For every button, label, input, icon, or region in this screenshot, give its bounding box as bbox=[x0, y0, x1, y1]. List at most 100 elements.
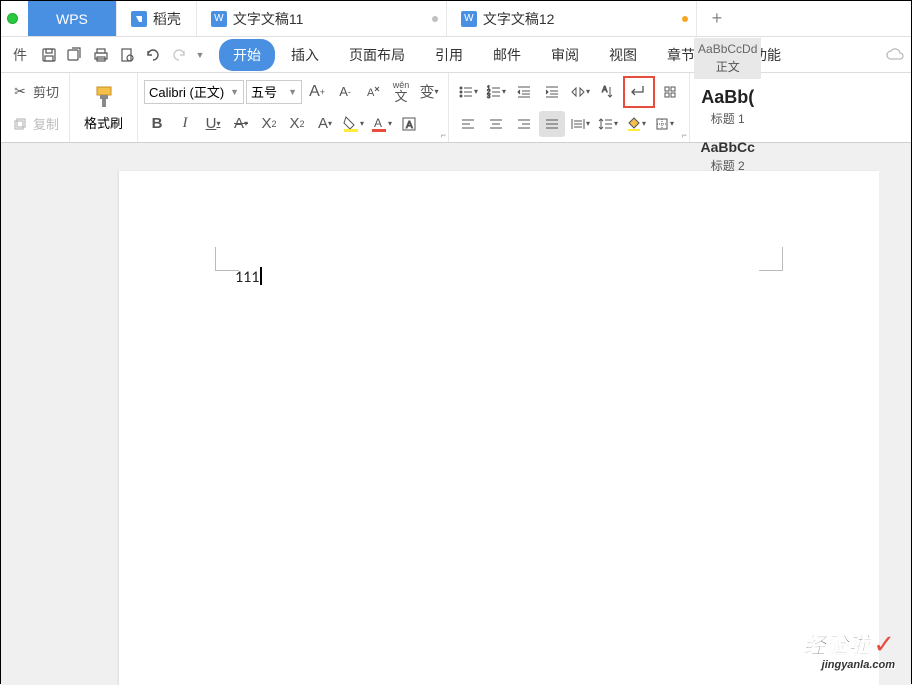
copy-button[interactable]: 复制 bbox=[7, 112, 63, 135]
format-brush-button[interactable]: 格式刷 bbox=[76, 79, 131, 136]
print-preview-icon[interactable] bbox=[115, 43, 139, 67]
scissors-icon: ✂ bbox=[11, 83, 29, 101]
svg-text:A: A bbox=[602, 85, 608, 94]
word-doc-icon: W bbox=[211, 11, 227, 27]
decrease-font-button[interactable]: A- bbox=[332, 79, 358, 105]
font-color-button[interactable]: A▾ bbox=[368, 111, 394, 137]
undo-icon[interactable] bbox=[141, 43, 165, 67]
chevron-down-icon: ▼ bbox=[230, 87, 239, 97]
word-doc-icon: W bbox=[461, 11, 477, 27]
save-as-icon[interactable] bbox=[63, 43, 87, 67]
style-normal[interactable]: AaBbCcDd 正文 bbox=[694, 38, 761, 79]
traffic-light-maximize[interactable] bbox=[7, 13, 18, 24]
cloud-icon[interactable] bbox=[883, 43, 907, 67]
print-icon[interactable] bbox=[89, 43, 113, 67]
underline-button[interactable]: U▾ bbox=[200, 111, 226, 137]
daoke-icon bbox=[131, 11, 147, 27]
paragraph-group: ▾ 123▾ ▾ A bbox=[449, 73, 690, 142]
borders-button[interactable]: ▾ bbox=[651, 111, 677, 137]
chevron-down-icon: ▼ bbox=[288, 87, 297, 97]
margin-corner-tl-icon bbox=[215, 247, 239, 271]
text-effects-button[interactable]: A▾ bbox=[312, 111, 338, 137]
tab-daoke[interactable]: 稻壳 bbox=[117, 1, 197, 36]
bold-button[interactable]: B bbox=[144, 111, 170, 137]
menu-mail[interactable]: 邮件 bbox=[479, 39, 535, 71]
svg-text:A: A bbox=[374, 116, 382, 130]
qat-dropdown-icon[interactable]: ▼ bbox=[193, 43, 207, 67]
italic-button[interactable]: I bbox=[172, 111, 198, 137]
clear-format-button[interactable]: A bbox=[360, 79, 386, 105]
watermark: 经验啦 ✓ jingyanla.com bbox=[804, 630, 895, 671]
shading-button[interactable]: ▾ bbox=[623, 111, 649, 137]
tab-doc11-label: 文字文稿11 bbox=[233, 9, 304, 29]
highlight-button[interactable]: ▾ bbox=[340, 111, 366, 137]
text-cursor-icon bbox=[260, 267, 262, 285]
brush-icon bbox=[90, 83, 118, 111]
style-normal-preview: AaBbCcDd bbox=[698, 42, 757, 56]
line-break-highlighted bbox=[623, 76, 655, 108]
increase-font-button[interactable]: A+ bbox=[304, 79, 330, 105]
line-break-button[interactable] bbox=[626, 79, 652, 105]
increase-indent-button[interactable] bbox=[539, 79, 565, 105]
number-list-button[interactable]: 123▾ bbox=[483, 79, 509, 105]
align-center-button[interactable] bbox=[483, 111, 509, 137]
change-case-button[interactable]: 变▾ bbox=[416, 79, 442, 105]
menu-start[interactable]: 开始 bbox=[219, 39, 275, 71]
bullet-list-button[interactable]: ▾ bbox=[455, 79, 481, 105]
document-page[interactable]: 111 bbox=[119, 171, 879, 685]
cut-button[interactable]: ✂ 剪切 bbox=[7, 80, 63, 103]
document-viewport: 111 bbox=[1, 143, 911, 685]
menu-insert[interactable]: 插入 bbox=[277, 39, 333, 71]
tab-doc12-label: 文字文稿12 bbox=[483, 9, 555, 29]
align-left-button[interactable] bbox=[455, 111, 481, 137]
redo-icon[interactable] bbox=[167, 43, 191, 67]
menu-layout[interactable]: 页面布局 bbox=[335, 39, 419, 71]
style-heading1[interactable]: AaBb( 标题 1 bbox=[697, 83, 759, 131]
watermark-url: jingyanla.com bbox=[804, 659, 895, 671]
checkmark-icon: ✓ bbox=[873, 629, 895, 659]
strikethrough-button[interactable]: A▾ bbox=[228, 111, 254, 137]
ribbon-toolbar: ✂ 剪切 复制 格式刷 Calibri (正文) ▼ bbox=[1, 73, 911, 143]
decrease-indent-button[interactable] bbox=[511, 79, 537, 105]
svg-text:A: A bbox=[406, 120, 413, 131]
window-controls bbox=[1, 1, 28, 36]
modified-indicator-icon bbox=[682, 16, 688, 22]
line-spacing-button[interactable]: ▾ bbox=[595, 111, 621, 137]
tab-bar: WPS 稻壳 W 文字文稿11 W 文字文稿12 + bbox=[1, 1, 911, 37]
tab-doc-12[interactable]: W 文字文稿12 bbox=[447, 1, 697, 36]
format-brush-label: 格式刷 bbox=[84, 113, 123, 132]
cut-label: 剪切 bbox=[33, 82, 59, 101]
style-h1-label: 标题 1 bbox=[711, 110, 745, 127]
tab-wps-label: WPS bbox=[56, 11, 88, 27]
font-dialog-launcher-icon[interactable]: ⌐ bbox=[441, 130, 446, 140]
font-name-select[interactable]: Calibri (正文) ▼ bbox=[144, 80, 244, 104]
enclose-char-button[interactable]: A bbox=[396, 111, 422, 137]
menu-view[interactable]: 视图 bbox=[595, 39, 651, 71]
sort-button[interactable]: A bbox=[595, 79, 621, 105]
font-size-select[interactable]: 五号 ▼ bbox=[246, 80, 302, 104]
distribute-button[interactable]: ▾ bbox=[567, 111, 593, 137]
paragraph-marks-button[interactable] bbox=[657, 79, 683, 105]
margin-corner-tr-icon bbox=[759, 247, 783, 271]
menu-reference[interactable]: 引用 bbox=[421, 39, 477, 71]
menu-review[interactable]: 审阅 bbox=[537, 39, 593, 71]
tab-doc-11[interactable]: W 文字文稿11 bbox=[197, 1, 447, 36]
new-tab-button[interactable]: + bbox=[697, 1, 737, 36]
copy-label: 复制 bbox=[33, 114, 59, 133]
superscript-button[interactable]: X2 bbox=[256, 111, 282, 137]
asian-layout-button[interactable]: ▾ bbox=[567, 79, 593, 105]
tab-wps-home[interactable]: WPS bbox=[28, 1, 117, 36]
pinyin-button[interactable]: wěn 文 bbox=[388, 79, 414, 105]
tab-daoke-label: 稻壳 bbox=[153, 9, 181, 29]
font-size-value: 五号 bbox=[251, 82, 277, 101]
watermark-text: 经验啦 bbox=[804, 633, 870, 658]
style-normal-label: 正文 bbox=[716, 58, 740, 75]
copy-icon bbox=[11, 115, 29, 133]
align-right-button[interactable] bbox=[511, 111, 537, 137]
subscript-button[interactable]: X2 bbox=[284, 111, 310, 137]
file-menu-suffix[interactable]: 件 bbox=[5, 45, 35, 65]
save-icon[interactable] bbox=[37, 43, 61, 67]
menu-bar: 件 ▼ 开始 插入 页面布局 引用 邮件 审阅 视图 章节 特色功能 bbox=[1, 37, 911, 73]
paragraph-dialog-launcher-icon[interactable]: ⌐ bbox=[682, 130, 687, 140]
align-justify-button[interactable] bbox=[539, 111, 565, 137]
